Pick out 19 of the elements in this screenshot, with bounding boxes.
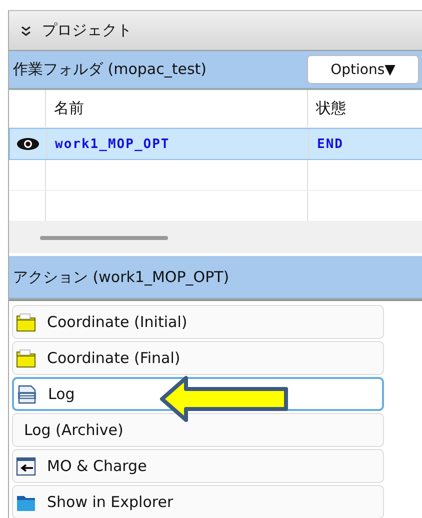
panel-title: プロジェクト: [42, 21, 132, 40]
job-name: work1_MOP_OPT: [55, 136, 170, 152]
action-button[interactable]: Log (Archive): [12, 413, 384, 447]
action-button[interactable]: Show in Explorer: [12, 485, 384, 518]
folder-icon: [16, 312, 36, 332]
column-header: 名前: [46, 90, 308, 127]
column-header: 状態: [314, 98, 347, 119]
action-button[interactable]: Coordinate (Final): [12, 341, 384, 375]
eye-icon[interactable]: [16, 137, 40, 151]
options-button[interactable]: Options▼: [307, 55, 419, 84]
actions-title: アクション (work1_MOP_OPT): [13, 268, 230, 286]
table-row[interactable]: work1_MOP_OPT END: [9, 128, 422, 160]
folder-icon: [16, 348, 36, 368]
folder-title: 作業フォルダ (mopac_test): [13, 60, 207, 79]
job-status: END: [317, 136, 344, 152]
action-button[interactable]: MO & Charge: [12, 449, 384, 483]
chevron-icon[interactable]: [20, 24, 32, 36]
scrollbar-thumb[interactable]: [40, 236, 168, 240]
action-button[interactable]: Coordinate (Initial): [12, 305, 384, 339]
